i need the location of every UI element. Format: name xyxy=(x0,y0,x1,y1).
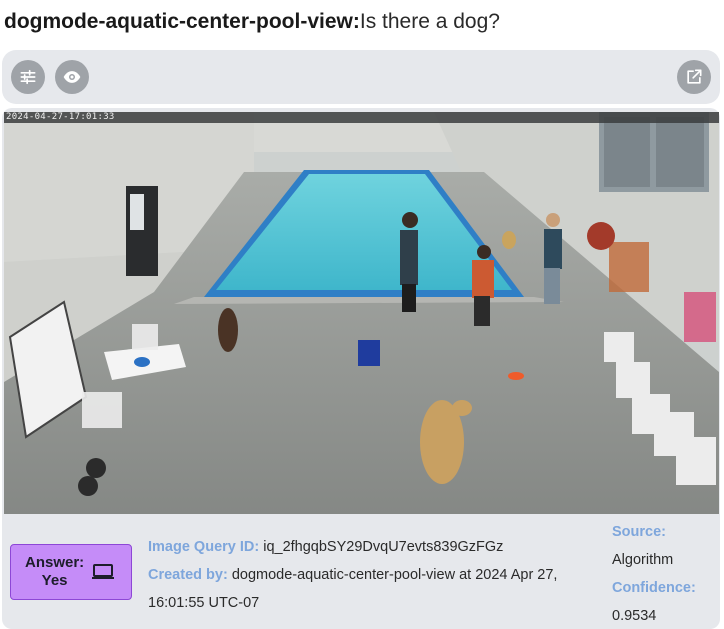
image-toolbar xyxy=(2,50,720,104)
query-text: Is there a dog? xyxy=(359,10,500,33)
pool-scene xyxy=(4,112,719,514)
eye-icon[interactable] xyxy=(55,60,89,94)
detector-name: dogmode-aquatic-center-pool-view: xyxy=(4,10,360,33)
sliders-icon[interactable] xyxy=(11,60,45,94)
page-title: dogmode-aquatic-center-pool-view:Is ther… xyxy=(4,6,720,36)
query-metadata: Image Query ID: iq_2fhgqbSY29DvqU7evts83… xyxy=(148,533,588,617)
answer-badge: Answer: Yes xyxy=(10,544,132,600)
laptop-icon xyxy=(92,564,114,579)
source-value: Algorithm xyxy=(612,552,674,568)
answer-label: Answer: xyxy=(25,554,85,571)
image-query-value: iq_2fhgqbSY29DvqU7evts839GzFGz xyxy=(263,539,504,555)
image-query-label: Image Query ID: xyxy=(148,539,260,555)
created-by-label: Created by: xyxy=(148,567,228,583)
created-by-row: Created by: dogmode-aquatic-center-pool-… xyxy=(148,561,588,617)
answer-value: Yes xyxy=(41,572,68,589)
confidence-label: Confidence: xyxy=(612,580,696,596)
source-confidence: Source: Algorithm Confidence: 0.9534 xyxy=(612,518,718,629)
answer-text: Answer: Yes xyxy=(25,554,84,590)
source-label: Source: xyxy=(612,524,666,540)
camera-timestamp: 2024-04-27-17:01:33 xyxy=(6,112,115,122)
confidence-value: 0.9534 xyxy=(612,608,657,624)
open-external-icon[interactable] xyxy=(677,60,711,94)
camera-image: 2024-04-27-17:01:33 xyxy=(4,112,719,514)
image-query-row: Image Query ID: iq_2fhgqbSY29DvqU7evts83… xyxy=(148,533,588,561)
